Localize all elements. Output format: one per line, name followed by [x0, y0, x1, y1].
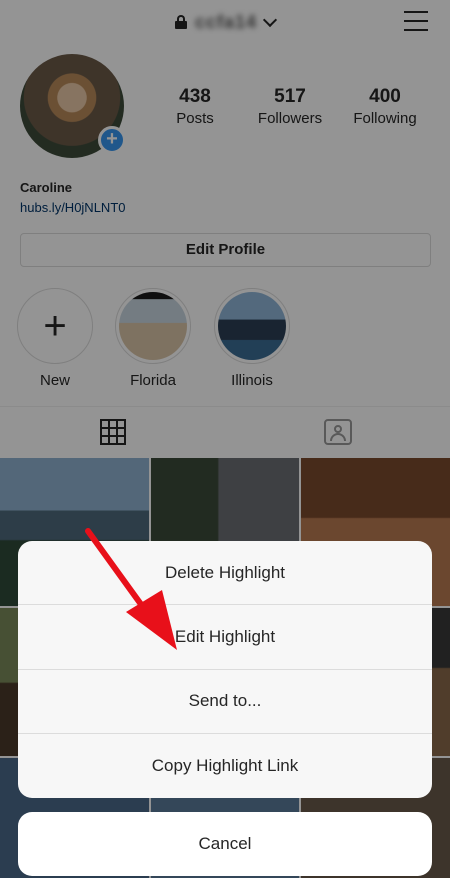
cancel-button[interactable]: Cancel: [18, 812, 432, 876]
copy-highlight-link-option[interactable]: Copy Highlight Link: [18, 734, 432, 798]
send-to-option[interactable]: Send to...: [18, 670, 432, 734]
edit-highlight-option[interactable]: Edit Highlight: [18, 605, 432, 670]
delete-highlight-option[interactable]: Delete Highlight: [18, 541, 432, 606]
action-sheet: Delete Highlight Edit Highlight Send to.…: [18, 541, 432, 798]
